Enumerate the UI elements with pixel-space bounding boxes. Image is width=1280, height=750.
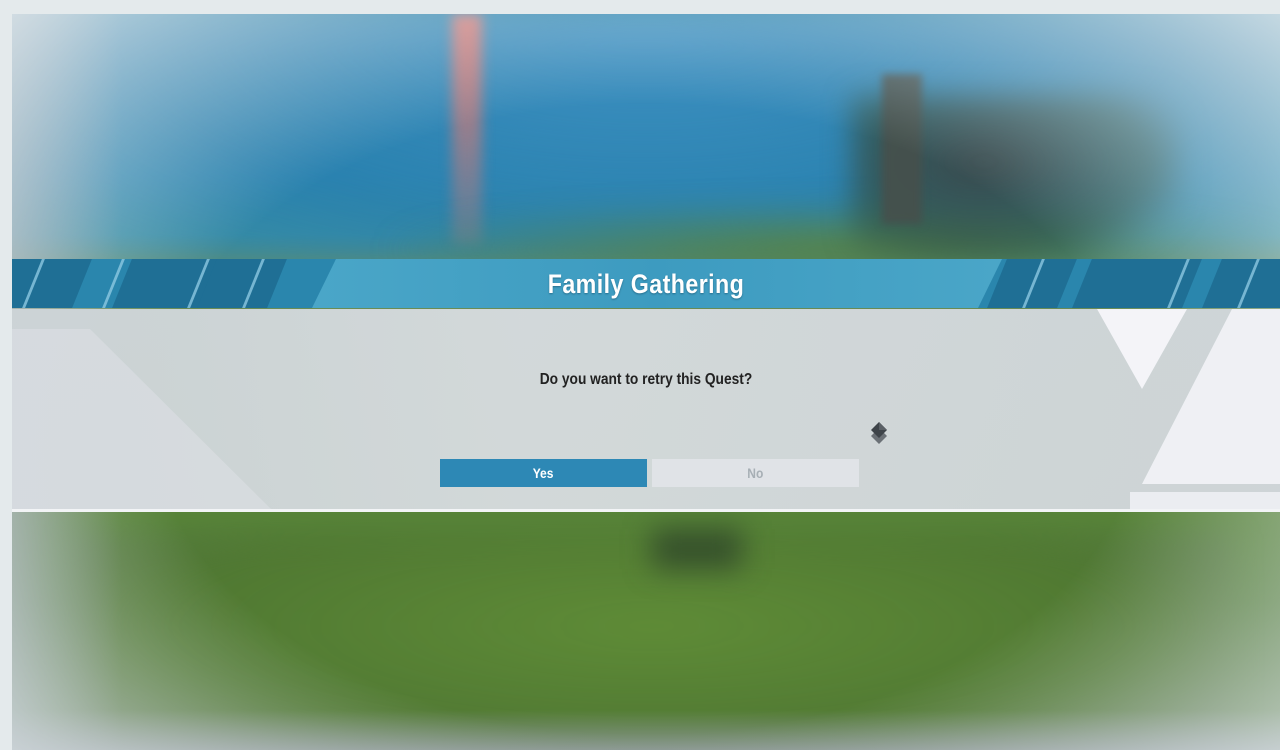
panel-divider	[12, 509, 1280, 512]
title-banner: Family Gathering	[12, 259, 1280, 308]
dialog-title: Family Gathering	[547, 269, 745, 299]
yes-button-label: Yes	[533, 465, 554, 481]
diamond-cursor-icon	[870, 422, 888, 450]
dialog-question: Do you want to retry this Quest?	[539, 371, 753, 388]
no-button[interactable]: No	[652, 459, 859, 487]
panel-decoration	[1130, 492, 1280, 510]
retry-dialog: Do you want to retry this Quest? Yes No	[12, 309, 1280, 510]
yes-button[interactable]: Yes	[440, 459, 647, 487]
panel-decoration	[12, 329, 272, 510]
no-button-label: No	[747, 465, 764, 481]
